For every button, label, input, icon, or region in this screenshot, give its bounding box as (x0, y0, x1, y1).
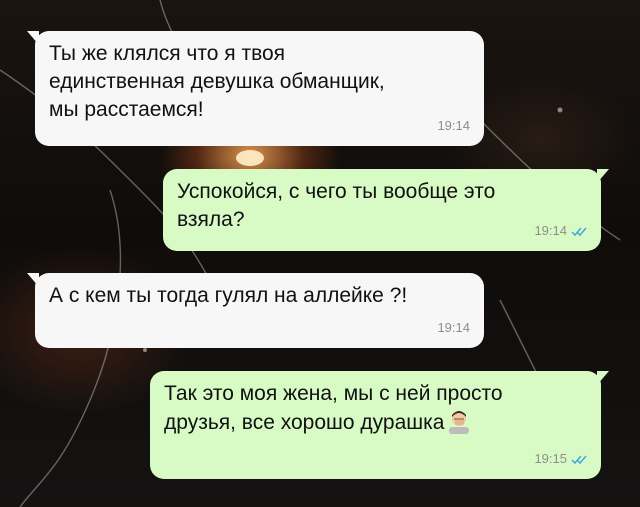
message-timestamp: 19:14 (437, 320, 470, 335)
message-text: Успокойся, с чего ты вообще это взяла? (177, 180, 496, 231)
outgoing-message[interactable]: Так это моя жена, мы с ней просто друзья… (150, 371, 609, 479)
message-timestamp: 19:14 (437, 118, 470, 133)
message-meta: 19:14 (437, 314, 470, 342)
message-meta: 19:14 (437, 112, 470, 140)
outgoing-message[interactable]: Успокойся, с чего ты вообще это взяла? 1… (163, 169, 609, 251)
message-timestamp: 19:14 (534, 223, 567, 238)
message-timestamp: 19:15 (534, 451, 567, 466)
incoming-message[interactable]: Ты же клялся что я твоя единственная дев… (27, 31, 484, 146)
message-text: Так это моя жена, мы с ней просто друзья… (164, 380, 587, 437)
man-facepalming-emoji (449, 411, 470, 434)
read-receipt-icon (571, 227, 587, 236)
read-receipt-icon (571, 455, 587, 464)
message-meta: 19:15 (534, 445, 587, 473)
incoming-message[interactable]: А с кем ты тогда гулял на аллейке ?! 19:… (27, 273, 484, 348)
message-text: А с кем ты тогда гулял на аллейке ?! (49, 284, 408, 307)
message-meta: 19:14 (534, 217, 587, 245)
message-text: Ты же клялся что я твоя единственная дев… (49, 42, 385, 121)
